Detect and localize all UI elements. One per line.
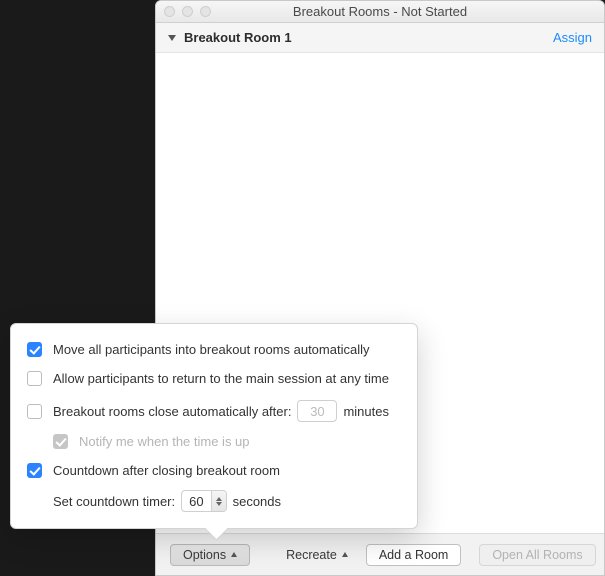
option-auto-close: Breakout rooms close automatically after…	[27, 400, 401, 422]
auto-close-minutes-input[interactable]	[297, 400, 337, 422]
option-countdown: Countdown after closing breakout room	[27, 463, 401, 478]
footer: Options Recreate Add a Room Open All Roo…	[156, 533, 604, 575]
options-button[interactable]: Options	[170, 544, 250, 566]
close-window-button[interactable]	[164, 6, 175, 17]
room-name: Breakout Room 1	[184, 30, 553, 45]
countdown-timer-value: 60	[182, 494, 210, 509]
chevron-up-icon	[342, 552, 348, 557]
notify-time-up-label: Notify me when the time is up	[79, 434, 250, 449]
zoom-window-button[interactable]	[200, 6, 211, 17]
add-room-button[interactable]: Add a Room	[366, 544, 461, 566]
notify-time-up-checkbox	[53, 434, 68, 449]
window-title: Breakout Rooms - Not Started	[156, 4, 604, 19]
option-allow-return: Allow participants to return to the main…	[27, 371, 401, 386]
countdown-timer-label: Set countdown timer:	[53, 494, 175, 509]
options-button-label: Options	[183, 548, 226, 562]
traffic-lights	[156, 6, 211, 17]
auto-close-unit: minutes	[343, 404, 389, 419]
open-all-rooms-button: Open All Rooms	[479, 544, 595, 566]
open-all-rooms-button-label: Open All Rooms	[492, 548, 582, 562]
allow-return-checkbox[interactable]	[27, 371, 42, 386]
move-auto-label: Move all participants into breakout room…	[53, 342, 369, 357]
stepper-icon	[211, 491, 226, 511]
countdown-timer-select[interactable]: 60	[181, 490, 226, 512]
countdown-checkbox[interactable]	[27, 463, 42, 478]
add-room-button-label: Add a Room	[379, 548, 448, 562]
options-popover: Move all participants into breakout room…	[10, 323, 418, 529]
titlebar: Breakout Rooms - Not Started	[156, 1, 604, 23]
chevron-up-icon	[231, 552, 237, 557]
option-notify-time-up: Notify me when the time is up	[27, 434, 401, 449]
option-move-auto: Move all participants into breakout room…	[27, 342, 401, 357]
minimize-window-button[interactable]	[182, 6, 193, 17]
recreate-button[interactable]: Recreate	[286, 544, 348, 566]
allow-return-label: Allow participants to return to the main…	[53, 371, 389, 386]
assign-link[interactable]: Assign	[553, 30, 592, 45]
countdown-label: Countdown after closing breakout room	[53, 463, 280, 478]
disclosure-triangle-icon[interactable]	[168, 35, 176, 41]
option-countdown-timer: Set countdown timer: 60 seconds	[27, 490, 401, 512]
countdown-timer-unit: seconds	[233, 494, 281, 509]
auto-close-label: Breakout rooms close automatically after…	[53, 404, 291, 419]
move-auto-checkbox[interactable]	[27, 342, 42, 357]
auto-close-checkbox[interactable]	[27, 404, 42, 419]
room-header: Breakout Room 1 Assign	[156, 23, 604, 53]
recreate-button-label: Recreate	[286, 548, 337, 562]
